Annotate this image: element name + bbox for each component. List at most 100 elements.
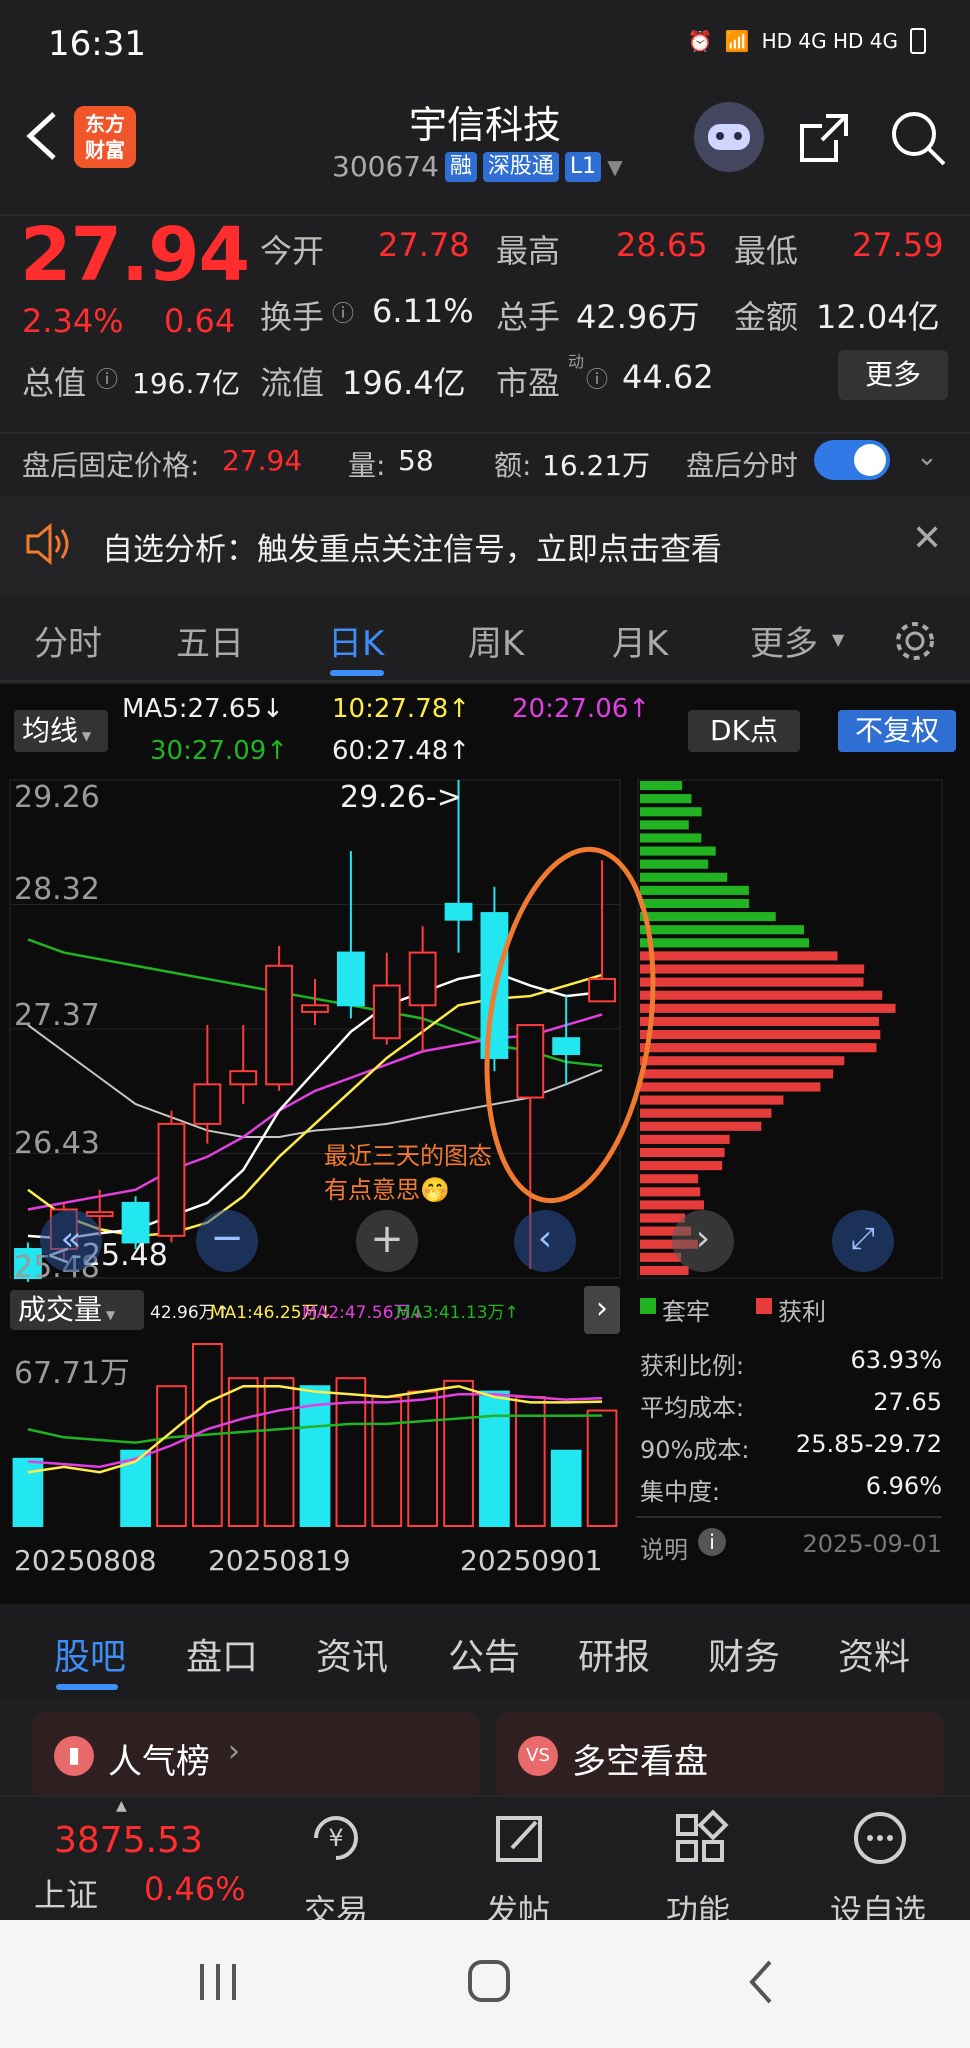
chip-bar — [640, 1069, 834, 1079]
back-nav-icon[interactable] — [746, 1958, 776, 2006]
zoom-out-icon[interactable]: − — [196, 1210, 258, 1272]
chevron-down-icon[interactable]: ⌄ — [916, 442, 938, 472]
bull-bear-card[interactable]: VS 多空看盘 — [496, 1712, 944, 1802]
tab-financials[interactable]: 财务 — [708, 1628, 780, 1680]
chip-row-value: 6.96% — [865, 1472, 942, 1500]
fullscreen-icon[interactable]: ⤢ — [832, 1210, 894, 1272]
candle-body — [85, 1211, 114, 1218]
caret-up-icon: ▲ — [116, 1798, 127, 1814]
expand-arrow-icon[interactable]: › — [584, 1286, 620, 1334]
annotation-ellipse — [484, 846, 656, 1204]
scroll-start-icon[interactable]: « — [40, 1210, 102, 1272]
info-icon[interactable]: ⓘ — [96, 362, 118, 394]
candle-body — [193, 1083, 222, 1125]
index-name[interactable]: 上证 — [34, 1870, 98, 1916]
chip-row-label: 平均成本: — [640, 1394, 745, 1422]
after-toggle-label: 盘后分时 — [686, 449, 799, 482]
battery-icon — [910, 28, 926, 54]
last-price: 27.94 — [20, 212, 250, 298]
date-label: 20250819 — [208, 1544, 351, 1577]
recents-icon[interactable] — [196, 1960, 240, 2004]
after-amt-label: 额: — [494, 449, 532, 482]
tab-profile[interactable]: 资料 — [838, 1628, 910, 1680]
low-value: 27.59 — [852, 226, 944, 264]
candle-body — [121, 1201, 150, 1244]
compose-icon[interactable] — [490, 1808, 550, 1868]
search-icon[interactable] — [888, 108, 948, 168]
amount-label: 金额 — [734, 298, 799, 336]
more-button[interactable]: 更多 — [838, 350, 948, 400]
info-icon[interactable]: i — [698, 1528, 726, 1556]
assistant-avatar[interactable] — [694, 102, 764, 172]
chip-date: 2025-09-01 — [802, 1530, 942, 1558]
divider — [636, 1516, 942, 1518]
note-label[interactable]: 说明 — [640, 1530, 688, 1565]
close-icon[interactable]: ✕ — [912, 518, 942, 559]
chip-bar — [640, 781, 683, 791]
index-value[interactable]: 3875.53 — [54, 1820, 203, 1861]
connect-tag: 深股通 — [482, 151, 559, 182]
tab-monthly-k[interactable]: 月K — [612, 616, 668, 665]
candle-body — [336, 951, 365, 1007]
volume-bar — [156, 1385, 187, 1527]
price-axis-label: 26.43 — [14, 1126, 100, 1161]
tab-announcements[interactable]: 公告 — [448, 1628, 520, 1680]
chip-bar — [640, 1095, 784, 1105]
high-value: 28.65 — [616, 226, 708, 264]
chip-bar — [640, 990, 883, 1000]
divider — [0, 432, 970, 434]
tab-news[interactable]: 资讯 — [316, 1628, 388, 1680]
share-icon[interactable] — [796, 110, 852, 166]
scroll-right-icon[interactable]: › — [672, 1210, 734, 1272]
banner-text[interactable]: 自选分析：触发重点关注信号，立即点击查看 — [102, 524, 722, 569]
float-label: 流值 — [260, 364, 325, 402]
open-label: 今开 — [260, 232, 325, 270]
chip-bar — [640, 794, 692, 804]
candle-body — [372, 984, 401, 1040]
after-amt-value: 16.21万 — [542, 449, 651, 482]
trade-icon[interactable]: ¥ — [306, 1808, 366, 1868]
dk-point-button[interactable]: DK点 — [688, 710, 800, 752]
scroll-left-icon[interactable]: ‹ — [514, 1210, 576, 1272]
tab-daily-k[interactable]: 日K — [328, 616, 384, 665]
tab-more[interactable]: 更多 — [750, 616, 818, 665]
tab-indicator — [330, 670, 384, 676]
tab-forum[interactable]: 股吧 — [54, 1628, 126, 1680]
ma-selector[interactable]: 均线 ▼ — [14, 710, 108, 752]
gear-icon[interactable] — [892, 618, 938, 664]
tab-five-day[interactable]: 五日 — [176, 616, 244, 665]
tab-research[interactable]: 研报 — [578, 1628, 650, 1680]
chip-bar — [640, 925, 804, 935]
chip-bar — [640, 912, 776, 922]
volume-bar — [335, 1377, 367, 1528]
adjust-button[interactable]: 不复权 — [838, 710, 956, 752]
high-marker: 29.26-> — [340, 780, 462, 815]
tab-orderbook[interactable]: 盘口 — [186, 1628, 258, 1680]
chip-bar — [640, 1265, 689, 1275]
price-axis-label: 29.26 — [14, 780, 100, 815]
chip-bar — [640, 807, 702, 817]
info-icon[interactable]: ⓘ — [586, 362, 608, 394]
chip-bar — [640, 938, 810, 948]
after-price-label: 盘后固定价格: — [22, 449, 200, 482]
tab-intraday[interactable]: 分时 — [34, 616, 102, 665]
ma30-value: 30:27.09↑ — [150, 736, 289, 766]
popularity-card[interactable]: ▮ 人气榜 › — [32, 1712, 480, 1802]
index-pct[interactable]: 0.46% — [144, 1870, 246, 1908]
stock-code: 300674 — [332, 150, 439, 183]
info-icon[interactable]: ⓘ — [332, 296, 354, 328]
volume-selector[interactable]: 成交量 ▼ — [10, 1290, 144, 1330]
home-icon[interactable] — [466, 1958, 512, 2004]
more-circle-icon[interactable] — [850, 1808, 910, 1868]
date-label: 20250808 — [14, 1544, 157, 1577]
tab-weekly-k[interactable]: 周K — [468, 616, 524, 665]
after-hours-toggle[interactable] — [814, 440, 890, 480]
ma60-value: 60:27.48↑ — [332, 736, 471, 766]
price-axis-label: 28.32 — [14, 872, 100, 907]
grid-icon[interactable] — [670, 1808, 730, 1868]
dropdown-icon[interactable]: ▼ — [607, 155, 622, 179]
status-bar: 16:31 ⏰ 📶 HD 4G HD 4G — [0, 0, 970, 92]
chip-bar — [640, 1003, 896, 1013]
amount-value: 12.04亿 — [816, 298, 940, 336]
zoom-in-icon[interactable]: + — [356, 1210, 418, 1272]
